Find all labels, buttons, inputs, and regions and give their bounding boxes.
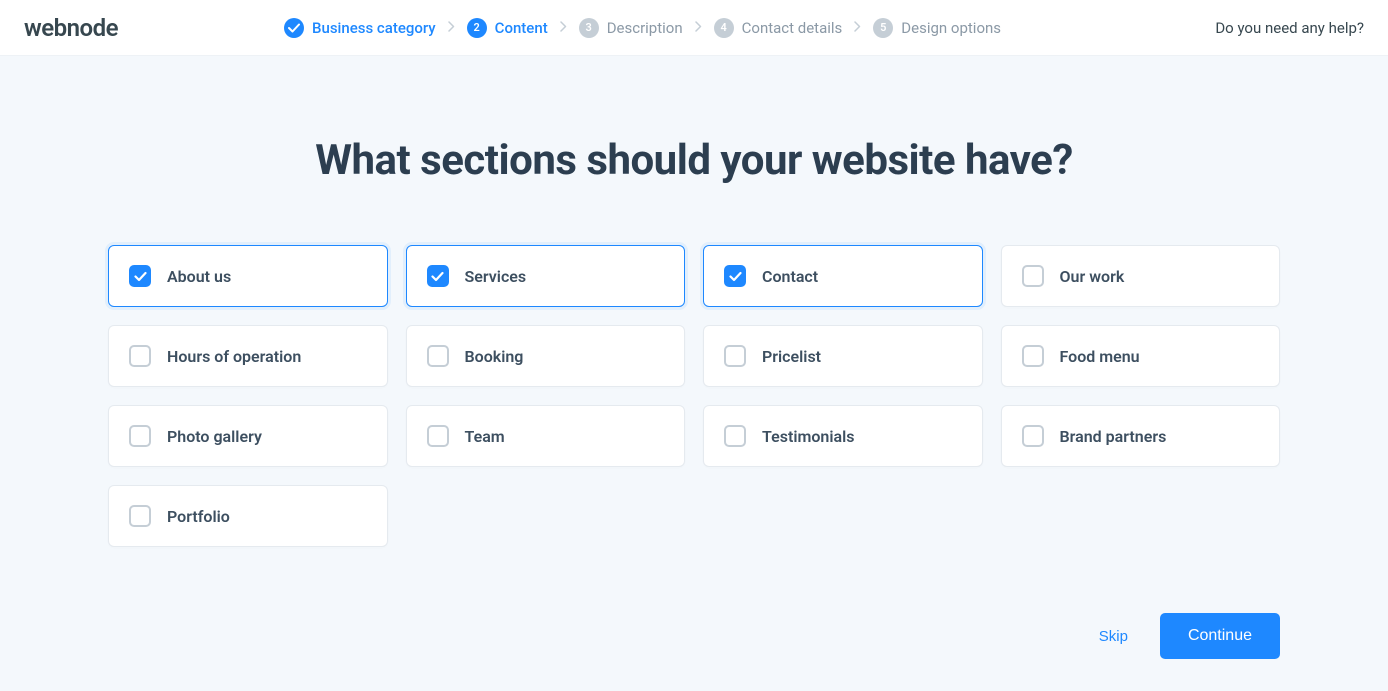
checkbox-icon: [427, 425, 449, 447]
skip-button[interactable]: Skip: [1099, 628, 1128, 645]
chevron-right-icon: [695, 20, 702, 36]
section-label: Food menu: [1060, 347, 1140, 366]
checkbox-icon: [129, 425, 151, 447]
step-label: Design options: [901, 19, 1001, 37]
section-label: Team: [465, 427, 505, 446]
checkbox-icon: [724, 345, 746, 367]
main-content: What sections should your website have? …: [0, 56, 1388, 547]
section-card[interactable]: Food menu: [1001, 325, 1281, 387]
section-label: Booking: [465, 347, 524, 366]
section-label: Photo gallery: [167, 427, 262, 446]
checkbox-icon: [129, 265, 151, 287]
section-label: Pricelist: [762, 347, 821, 366]
checkbox-icon: [724, 265, 746, 287]
section-label: Services: [465, 267, 527, 286]
wizard-step[interactable]: 5 Design options: [873, 18, 1001, 38]
section-card[interactable]: Team: [406, 405, 686, 467]
step-number-icon: 2: [467, 18, 487, 38]
checkbox-icon: [724, 425, 746, 447]
section-label: Testimonials: [762, 427, 855, 446]
step-label: Description: [607, 19, 683, 37]
section-label: Contact: [762, 267, 818, 286]
wizard-steps: Business category 2 Content 3 Description 4 Co…: [284, 18, 1215, 38]
section-card[interactable]: Services: [406, 245, 686, 307]
wizard-step[interactable]: 4 Contact details: [714, 18, 843, 38]
help-link[interactable]: Do you need any help?: [1215, 19, 1364, 37]
header: webnode Business category 2 Content 3 Descri…: [0, 0, 1388, 56]
page-title: What sections should your website have?: [108, 136, 1280, 185]
section-card[interactable]: Portfolio: [108, 485, 388, 547]
continue-button[interactable]: Continue: [1160, 613, 1280, 659]
footer-actions: Skip Continue: [1099, 613, 1280, 659]
chevron-right-icon: [560, 20, 567, 36]
section-label: About us: [167, 267, 231, 286]
section-card[interactable]: Brand partners: [1001, 405, 1281, 467]
step-number-icon: 3: [579, 18, 599, 38]
sections-grid: About us Services Contact Our work Hours of …: [108, 245, 1280, 547]
section-card[interactable]: Pricelist: [703, 325, 983, 387]
step-check-icon: [284, 18, 304, 38]
checkbox-icon: [1022, 345, 1044, 367]
step-label: Content: [495, 19, 548, 37]
checkbox-icon: [129, 345, 151, 367]
section-card[interactable]: Hours of operation: [108, 325, 388, 387]
checkbox-icon: [427, 265, 449, 287]
wizard-step[interactable]: 3 Description: [579, 18, 683, 38]
section-card[interactable]: Contact: [703, 245, 983, 307]
step-number-icon: 5: [873, 18, 893, 38]
section-card[interactable]: Our work: [1001, 245, 1281, 307]
section-label: Portfolio: [167, 507, 230, 526]
section-label: Hours of operation: [167, 347, 301, 366]
section-card[interactable]: Photo gallery: [108, 405, 388, 467]
step-label: Contact details: [742, 19, 843, 37]
section-card[interactable]: Testimonials: [703, 405, 983, 467]
section-label: Our work: [1060, 267, 1125, 286]
wizard-step[interactable]: 2 Content: [467, 18, 548, 38]
section-card[interactable]: Booking: [406, 325, 686, 387]
wizard-step[interactable]: Business category: [284, 18, 436, 38]
step-number-icon: 4: [714, 18, 734, 38]
chevron-right-icon: [448, 20, 455, 36]
checkbox-icon: [129, 505, 151, 527]
checkbox-icon: [1022, 265, 1044, 287]
section-label: Brand partners: [1060, 427, 1167, 446]
logo: webnode: [24, 14, 284, 42]
chevron-right-icon: [854, 20, 861, 36]
section-card[interactable]: About us: [108, 245, 388, 307]
checkbox-icon: [427, 345, 449, 367]
checkbox-icon: [1022, 425, 1044, 447]
step-label: Business category: [312, 19, 436, 37]
